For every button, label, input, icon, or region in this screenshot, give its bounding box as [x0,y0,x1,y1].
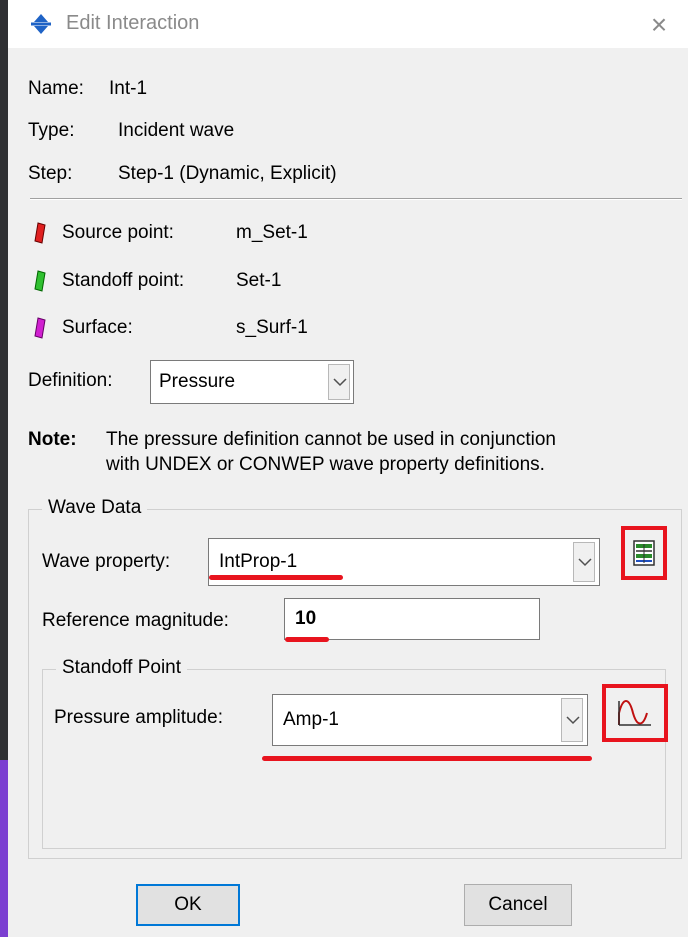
close-icon: × [650,9,668,40]
definition-select[interactable]: Pressure [150,360,354,404]
step-value: Step-1 (Dynamic, Explicit) [118,163,337,184]
ok-button[interactable]: OK [136,884,240,926]
title-bar[interactable]: Edit Interaction × [8,0,688,48]
property-manager-icon [633,540,655,566]
create-amplitude-button[interactable] [607,689,663,737]
definition-dropdown-arrow[interactable] [328,364,350,400]
step-label: Step: [28,163,73,184]
dialog-content: Name: Int-1 Type: Incident wave Step: St… [8,48,688,937]
surface-flag-icon [34,317,46,339]
surface-value: s_Surf-1 [236,317,308,338]
name-value: Int-1 [109,78,148,99]
ok-button-label: OK [174,894,202,915]
note-line-2: with UNDEX or CONWEP wave property defin… [106,454,545,475]
cancel-button[interactable]: Cancel [464,884,572,926]
reference-magnitude-label: Reference magnitude: [42,610,229,631]
name-label: Name: [28,78,84,99]
wave-property-select-value: IntProp-1 [219,551,298,572]
note-label: Note: [28,429,77,450]
source-point-label: Source point: [62,222,174,243]
definition-label: Definition: [28,370,113,391]
cancel-button-label: Cancel [488,894,548,915]
wave-data-title: Wave Data [42,497,148,519]
source-point-flag-icon [34,222,46,244]
window-title: Edit Interaction [66,12,200,34]
reference-magnitude-value: 10 [295,608,317,629]
pressure-amplitude-select-value: Amp-1 [283,709,339,730]
reference-magnitude-input[interactable]: 10 [284,598,540,640]
wave-property-label: Wave property: [42,551,171,572]
chevron-down-icon [578,558,592,567]
pressure-amplitude-select[interactable]: Amp-1 [272,694,588,746]
pressure-amplitude-highlight-underline [262,756,592,761]
surface-label: Surface: [62,317,133,338]
wave-property-highlight-underline [209,575,343,580]
edit-interaction-dialog: Edit Interaction × Name: Int-1 Type: Inc… [8,0,688,937]
window-left-edge-accent [0,760,8,937]
pressure-amplitude-label: Pressure amplitude: [54,707,223,728]
info-separator [30,198,682,200]
close-button[interactable]: × [644,10,674,40]
standoff-point-flag-icon [34,270,46,292]
reference-magnitude-highlight-underline [285,637,329,642]
note-line-1: The pressure definition cannot be used i… [106,429,556,450]
standoff-point-label: Standoff point: [62,270,185,291]
amplitude-wave-icon [618,700,651,726]
interaction-property-manager-button[interactable] [626,531,662,575]
standoff-point-title: Standoff Point [56,657,188,679]
chevron-down-icon [566,716,580,725]
source-point-value: m_Set-1 [236,222,308,243]
abaqus-app-icon [31,14,51,34]
type-label: Type: [28,120,75,141]
chevron-down-icon [333,378,347,387]
wave-property-dropdown-arrow[interactable] [573,542,595,582]
pressure-amplitude-dropdown-arrow[interactable] [561,698,583,742]
type-value: Incident wave [118,120,235,141]
definition-select-value: Pressure [159,371,236,392]
standoff-point-value: Set-1 [236,270,282,291]
